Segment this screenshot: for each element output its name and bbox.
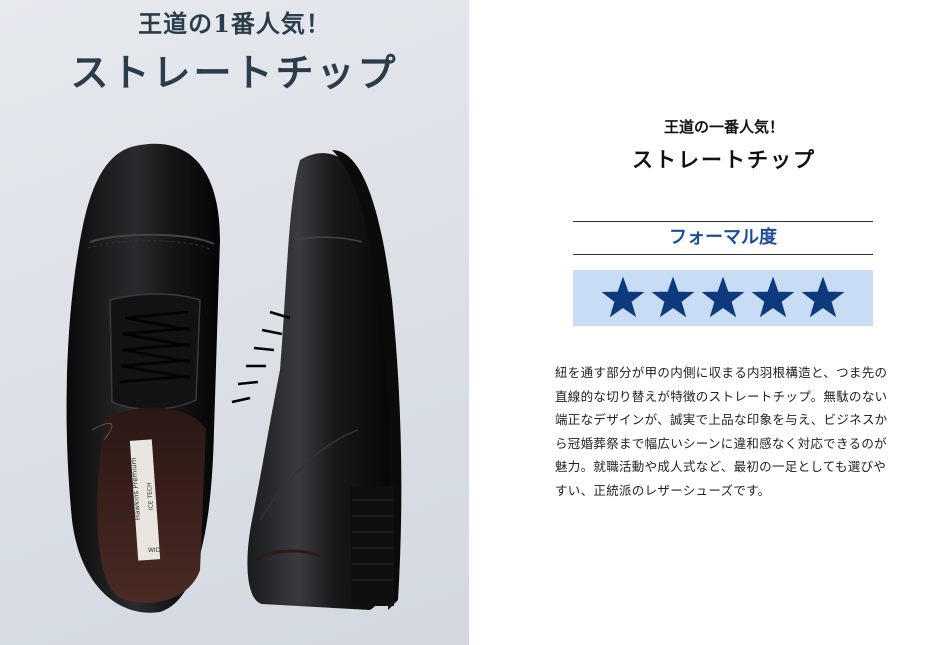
product-photo: Hawkins Premium ICE TECH WIDE 王道の1番人気！ ス… — [0, 0, 469, 645]
photo-kicker: 王道の1番人気！ — [138, 9, 331, 38]
star-icon — [651, 276, 695, 318]
info-title: ストレートチップ — [632, 148, 816, 172]
product-info: 王道の一番人気！ ストレートチップ フォーマル度 紐を通す部分が甲の内側に収まる… — [469, 0, 929, 645]
formality-rating — [573, 270, 873, 326]
insole-size-label: WIDE — [148, 547, 164, 554]
info-kicker: 王道の一番人気！ — [663, 118, 784, 136]
formality-label: フォーマル度 — [669, 227, 777, 248]
star-icon — [601, 276, 645, 318]
left-shoe: Hawkins Premium ICE TECH WIDE — [66, 143, 221, 613]
formality-heading: フォーマル度 — [573, 221, 873, 255]
star-icon — [751, 276, 795, 318]
star-icon — [801, 276, 845, 318]
product-description: 紐を通す部分が甲の内側に収まる内羽根構造と、つま先の直線的な切り替えが特徴のスト… — [555, 365, 888, 498]
photo-title: ストレートチップ — [70, 50, 399, 95]
star-icon — [701, 276, 745, 318]
right-shoe — [231, 150, 402, 610]
